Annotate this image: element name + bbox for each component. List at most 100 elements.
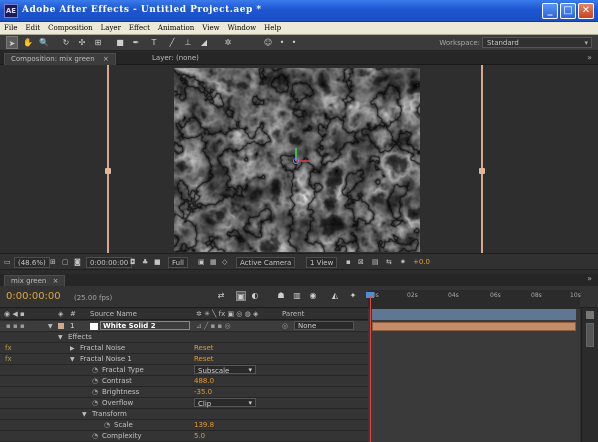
label-column-icon[interactable]: ◈	[58, 310, 63, 318]
show-channel-icon[interactable]: ♣	[142, 257, 148, 268]
stopwatch-icon[interactable]: ◔	[92, 388, 98, 396]
effect-reset-link[interactable]: Reset	[194, 355, 214, 363]
brush-tool-icon[interactable]: ╱	[166, 36, 178, 49]
menu-help[interactable]: Help	[260, 22, 285, 32]
exposure-value[interactable]: +0.0	[413, 257, 430, 268]
comp-mini-flowchart-icon[interactable]: ⇄	[216, 291, 226, 301]
workspace-select[interactable]: Standard ▾	[482, 37, 592, 48]
type-tool-icon[interactable]: T	[148, 36, 160, 49]
complexity-value[interactable]: 5.0	[194, 432, 205, 440]
flowchart-icon[interactable]: ⇆	[386, 257, 392, 268]
stopwatch-icon[interactable]: ◔	[92, 377, 98, 385]
guide-line-right[interactable]	[481, 65, 483, 253]
graph-editor-icon[interactable]: ◭	[330, 291, 340, 301]
guide-line-left[interactable]	[107, 65, 109, 253]
expand-icon[interactable]: ▼	[82, 411, 87, 418]
snapshot-icon[interactable]: ◙	[74, 257, 81, 268]
property-row-transform[interactable]: ▼ Transform	[0, 409, 368, 420]
close-icon[interactable]: ×	[53, 277, 59, 285]
pen-tool-icon[interactable]: ✒	[130, 36, 142, 49]
property-row-complexity[interactable]: ◔ Complexity 5.0	[0, 431, 368, 442]
exposure-reset-icon[interactable]: ✷	[400, 257, 406, 268]
property-row-fractal-noise-1[interactable]: fx ▼ Fractal Noise 1 Reset	[0, 354, 368, 365]
draft-3d-icon[interactable]: ◐	[250, 291, 260, 301]
timeline-panel-icon[interactable]: ▤	[372, 257, 379, 268]
magnification-select[interactable]: (48.6%)	[14, 257, 50, 268]
property-row-overflow[interactable]: ◔ Overflow Clip ▾	[0, 398, 368, 409]
region-of-interest-icon[interactable]: ▣	[198, 257, 205, 268]
camera-view-select[interactable]: Active Camera	[236, 257, 296, 268]
layer-name[interactable]: White Solid 2	[100, 321, 190, 330]
live-update-icon[interactable]: ▣	[236, 291, 246, 301]
timeline-scrollbar[interactable]	[581, 309, 598, 442]
resolution-select[interactable]: Full	[168, 257, 188, 268]
expand-icon[interactable]: ▼	[58, 334, 63, 341]
transparency-grid-icon[interactable]: ▦	[210, 257, 217, 268]
eraser-tool-icon[interactable]: ◢	[198, 36, 210, 49]
color-channel-icon[interactable]: ■	[154, 257, 161, 268]
guide-handle-right[interactable]	[479, 168, 485, 174]
stopwatch-icon[interactable]: ◔	[92, 366, 98, 374]
expand-icon[interactable]: ▼	[70, 356, 75, 363]
layer-switches[interactable]: ⊿ ╱ ▪ ▪ ◎	[196, 322, 231, 330]
current-time-field[interactable]: 0:00:00:00	[86, 257, 133, 268]
toggle-pixel-aspect-icon[interactable]: ▪	[346, 257, 351, 268]
layer-expand-icon[interactable]: ▼	[48, 323, 53, 330]
world-axis-icon[interactable]: •	[276, 36, 288, 49]
view-options-icon[interactable]: ◇	[222, 257, 227, 268]
view-axis-icon[interactable]: •	[288, 36, 300, 49]
pan-behind-tool-icon[interactable]: ⊞	[92, 36, 104, 49]
brainstorm-icon[interactable]: ✦	[348, 291, 358, 301]
time-ruler[interactable]: 00s 02s 04s 06s 08s 10s	[368, 290, 581, 308]
menu-file[interactable]: File	[0, 22, 21, 32]
axis-mode-icon[interactable]: ☺	[262, 36, 274, 49]
close-icon[interactable]: ×	[103, 55, 109, 63]
fast-previews-icon[interactable]: ⊠	[358, 257, 364, 268]
minimize-button[interactable]: _	[542, 3, 558, 19]
maximize-button[interactable]: □	[560, 3, 576, 19]
puppet-pin-tool-icon[interactable]: ✲	[222, 36, 234, 49]
rotation-tool-icon[interactable]: ↻	[60, 36, 72, 49]
composition-viewer[interactable]	[0, 65, 598, 253]
stopwatch-icon[interactable]: ◔	[104, 421, 110, 429]
fx-toggle-icon[interactable]: fx	[5, 355, 12, 363]
brightness-value[interactable]: -35.0	[194, 388, 212, 396]
menu-animation[interactable]: Animation	[154, 22, 198, 32]
clone-stamp-tool-icon[interactable]: ⊥	[182, 36, 194, 49]
parent-pickwhip-icon[interactable]: ◎	[282, 322, 288, 330]
work-area-bar[interactable]	[372, 309, 576, 320]
zoom-slider-icon[interactable]	[586, 311, 594, 319]
hide-shy-layers-icon[interactable]: ☗	[276, 291, 286, 301]
layer-visibility-switches[interactable]: ▪ ▪ ▪	[6, 322, 25, 330]
fx-toggle-icon[interactable]: fx	[5, 344, 12, 352]
rectangle-mask-tool-icon[interactable]: ■	[114, 36, 126, 49]
overflow-select[interactable]: Clip ▾	[194, 398, 256, 408]
av-features-icon[interactable]: ◉ ◀ ▪	[4, 310, 25, 318]
motion-blur-icon[interactable]: ◉	[308, 291, 318, 301]
property-row-effects[interactable]: ▼ Effects	[0, 332, 368, 343]
menu-layer[interactable]: Layer	[97, 22, 125, 32]
timeline-current-time[interactable]: 0:00:00:00	[6, 291, 61, 302]
view-layout-select[interactable]: 1 View	[306, 257, 338, 268]
panel-menu-icon[interactable]: »	[587, 274, 592, 283]
property-row-contrast[interactable]: ◔ Contrast 488.0	[0, 376, 368, 387]
snapshot-camera-icon[interactable]: ◘	[130, 257, 136, 268]
zoom-tool-icon[interactable]: 🔍	[38, 36, 50, 49]
fractal-type-select[interactable]: Subscale ▾	[194, 365, 256, 375]
parent-select[interactable]: None	[294, 321, 354, 330]
tab-composition[interactable]: Composition: mix green ×	[4, 53, 116, 65]
expand-icon[interactable]: ▶	[70, 345, 75, 352]
stopwatch-icon[interactable]: ◔	[92, 432, 98, 440]
property-row-fractal-noise[interactable]: fx ▶ Fractal Noise Reset	[0, 343, 368, 354]
current-time-indicator[interactable]	[370, 296, 371, 442]
layer-row[interactable]: ▪ ▪ ▪ ▼ 1 White Solid 2 ⊿ ╱ ▪ ▪ ◎ ◎ None	[0, 321, 368, 332]
menu-view[interactable]: View	[198, 22, 223, 32]
orbit-camera-tool-icon[interactable]: ✣	[76, 36, 88, 49]
stopwatch-icon[interactable]: ◔	[92, 399, 98, 407]
scale-value[interactable]: 139.8	[194, 421, 214, 429]
property-row-scale[interactable]: ◔ Scale 139.8	[0, 420, 368, 431]
menu-window[interactable]: Window	[224, 22, 261, 32]
grid-icon[interactable]: ⊞	[50, 257, 56, 268]
guide-handle-left[interactable]	[105, 168, 111, 174]
effect-reset-link[interactable]: Reset	[194, 344, 214, 352]
